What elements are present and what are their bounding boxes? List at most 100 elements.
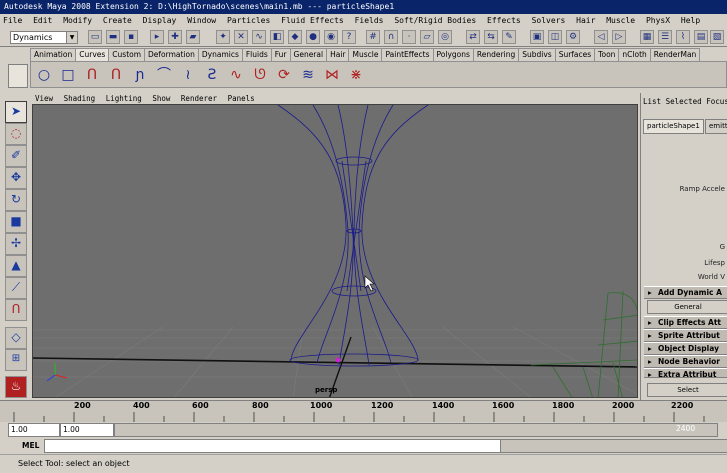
single-perspective-layout-icon[interactable]: ◇ <box>5 327 27 349</box>
shelf-tab-curves[interactable]: Curves <box>75 48 110 61</box>
menu-file[interactable]: File <box>3 14 22 27</box>
shelf-tab-custom[interactable]: Custom <box>108 48 146 61</box>
menu-particles[interactable]: Particles <box>227 14 270 27</box>
rotate-tool-icon[interactable]: ↻ <box>5 189 27 211</box>
curve-mask-icon[interactable]: ∿ <box>252 30 266 44</box>
handle-mask-icon[interactable]: ✦ <box>216 30 230 44</box>
shelf-tab-polygons[interactable]: Polygons <box>432 48 474 61</box>
perspective-viewport[interactable]: persp <box>32 104 638 398</box>
add-points-tool-icon[interactable]: ⋈ <box>323 66 341 84</box>
panel-menu-panels[interactable]: Panels <box>228 94 255 103</box>
panel-menu-shading[interactable]: Shading <box>64 94 96 103</box>
menu-effects[interactable]: Effects <box>487 14 521 27</box>
menu-help[interactable]: Help <box>681 14 700 27</box>
menu-hair[interactable]: Hair <box>576 14 595 27</box>
menu-fluid-effects[interactable]: Fluid Effects <box>281 14 344 27</box>
move-tool-icon[interactable]: ✥ <box>5 167 27 189</box>
shelf-tab-rendering[interactable]: Rendering <box>472 48 520 61</box>
dynamics-mask-icon[interactable]: ● <box>306 30 320 44</box>
panel-menu-view[interactable]: View <box>35 94 53 103</box>
panel-menu-lighting[interactable]: Lighting <box>106 94 142 103</box>
open-scene-icon[interactable]: ▬ <box>106 30 120 44</box>
shelf-menu-button[interactable] <box>8 64 28 88</box>
select-hierarchy-icon[interactable]: ▸ <box>150 30 164 44</box>
paint-select-tool-icon[interactable]: ✐ <box>5 145 27 167</box>
shelf-tab-subdivs[interactable]: Subdivs <box>518 48 556 61</box>
universal-manipulator-icon[interactable]: ✢ <box>5 233 27 255</box>
extend-curve-icon[interactable]: ᘎ <box>251 66 269 84</box>
joint-mask-icon[interactable]: ✕ <box>234 30 248 44</box>
shelf-tab-painteffects[interactable]: PaintEffects <box>381 48 434 61</box>
detach-curves-icon[interactable]: Ƨ <box>203 66 221 84</box>
mel-command-input[interactable] <box>44 439 502 453</box>
section-extra-attributes[interactable]: Extra Attribut <box>644 368 727 378</box>
rendering-mask-icon[interactable]: ◉ <box>324 30 338 44</box>
particle-emitter-marker[interactable] <box>335 357 341 363</box>
menu-physx[interactable]: PhysX <box>646 14 670 27</box>
shelf-tab-surfaces[interactable]: Surfaces <box>554 48 596 61</box>
show-hide-channel-box-icon[interactable]: ▷ <box>612 30 626 44</box>
shelf-tab-muscle[interactable]: Muscle <box>348 48 383 61</box>
scale-tool-icon[interactable]: ■ <box>5 211 27 233</box>
hypershade-icon[interactable]: ▦ <box>640 30 654 44</box>
shelf-tab-deformation[interactable]: Deformation <box>144 48 199 61</box>
attach-curves-icon[interactable]: ≀ <box>179 66 197 84</box>
last-tool-used-icon[interactable]: ᑎ <box>5 299 27 321</box>
tornado-volume-wireframe[interactable] <box>277 105 429 367</box>
attr-tab-emitter[interactable]: emitt <box>705 119 727 134</box>
shelf-tab-toon[interactable]: Toon <box>594 48 620 61</box>
show-manipulator-tool-icon[interactable]: ⟋ <box>5 277 27 299</box>
shelf-tab-general[interactable]: General <box>289 48 328 61</box>
section-node-behavior[interactable]: Node Behavior <box>644 355 727 368</box>
panel-menu-renderer[interactable]: Renderer <box>181 94 217 103</box>
render-view-layout-icon[interactable]: ♨ <box>5 376 27 398</box>
four-view-layout-icon[interactable]: ⊞ <box>5 349 27 371</box>
ipr-render-icon[interactable]: ◫ <box>548 30 562 44</box>
menu-window[interactable]: Window <box>187 14 216 27</box>
nurbs-square-icon[interactable]: □ <box>59 66 77 84</box>
render-frame-icon[interactable]: ▣ <box>530 30 544 44</box>
select-object-icon[interactable]: ✚ <box>168 30 182 44</box>
snap-point-icon[interactable]: · <box>402 30 416 44</box>
menu-soft-rigid-bodies[interactable]: Soft/Rigid Bodies <box>394 14 476 27</box>
menu-muscle[interactable]: Muscle <box>606 14 635 27</box>
pencil-curve-tool-icon[interactable]: ɲ <box>131 66 149 84</box>
rebuild-curve-icon[interactable]: ≋ <box>299 66 317 84</box>
panel-menu-show[interactable]: Show <box>152 94 170 103</box>
menu-solvers[interactable]: Solvers <box>532 14 566 27</box>
lasso-tool-icon[interactable]: ◌ <box>5 123 27 145</box>
mode-dropdown[interactable]: Dynamics ▼ <box>10 31 78 44</box>
shelf-tab-renderman[interactable]: RenderMan <box>649 48 701 61</box>
curve-editing-tool-icon[interactable]: ⋇ <box>347 66 365 84</box>
menu-edit[interactable]: Edit <box>33 14 52 27</box>
make-live-icon[interactable]: ◎ <box>438 30 452 44</box>
output-history-icon[interactable]: ⇆ <box>484 30 498 44</box>
shelf-tab-animation[interactable]: Animation <box>30 48 77 61</box>
offset-curve-icon[interactable]: ⟳ <box>275 66 293 84</box>
menu-fields[interactable]: Fields <box>355 14 384 27</box>
nurbs-circle-icon[interactable]: ○ <box>35 66 53 84</box>
menu-create[interactable]: Create <box>103 14 132 27</box>
shelf-tab-fluids[interactable]: Fluids <box>241 48 272 61</box>
input-history-icon[interactable]: ⇄ <box>466 30 480 44</box>
command-language-label[interactable]: MEL <box>22 441 39 450</box>
menu-modify[interactable]: Modify <box>63 14 92 27</box>
outliner-icon[interactable]: ☰ <box>658 30 672 44</box>
soft-modification-tool-icon[interactable]: ▲ <box>5 255 27 277</box>
shelf-tab-fur[interactable]: Fur <box>270 48 291 61</box>
nurbs-cage-object[interactable] <box>530 290 638 398</box>
time-slider[interactable]: 200 400 600 800 1000 1200 1400 1600 1800… <box>0 400 727 422</box>
misc-mask-icon[interactable]: ? <box>342 30 356 44</box>
construction-history-icon[interactable]: ✎ <box>502 30 516 44</box>
new-scene-icon[interactable]: ▭ <box>88 30 102 44</box>
section-clip-effects[interactable]: Clip Effects Att <box>644 316 727 329</box>
ep-curve-tool-icon[interactable]: ᑎ <box>107 66 125 84</box>
menu-display[interactable]: Display <box>143 14 177 27</box>
graph-editor-icon[interactable]: ⌇ <box>676 30 690 44</box>
attr-tab-particleshape1[interactable]: particleShape1 <box>643 119 704 134</box>
snap-grid-icon[interactable]: # <box>366 30 380 44</box>
attr-menu-selected[interactable]: Selected <box>666 97 702 106</box>
section-add-dynamic-attributes[interactable]: Add Dynamic A <box>644 286 727 299</box>
snap-plane-icon[interactable]: ▱ <box>420 30 434 44</box>
deformation-mask-icon[interactable]: ◆ <box>288 30 302 44</box>
